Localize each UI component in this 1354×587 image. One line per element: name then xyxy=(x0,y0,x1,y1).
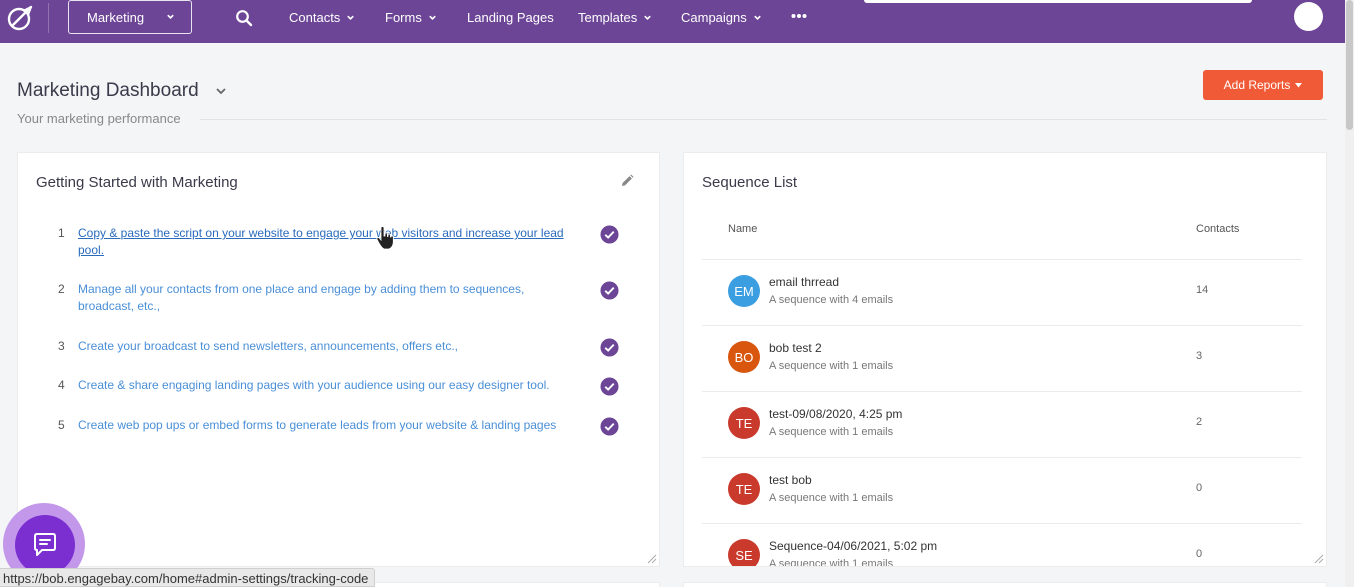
task-number: 3 xyxy=(58,339,65,353)
sequence-list-title: Sequence List xyxy=(702,174,798,191)
chevron-down-icon[interactable] xyxy=(215,85,227,97)
resize-handle-icon[interactable] xyxy=(645,552,657,564)
nav-campaigns-label: Campaigns xyxy=(681,9,747,25)
nav-landing-pages-label: Landing Pages xyxy=(467,9,554,25)
add-reports-label: Add Reports xyxy=(1223,78,1291,92)
add-reports-button[interactable]: Add Reports xyxy=(1203,70,1323,100)
sequence-row[interactable]: EM email thrread A sequence with 4 email… xyxy=(728,275,1288,315)
logo-divider xyxy=(48,3,49,33)
nav-forms[interactable]: Forms xyxy=(385,9,437,25)
more-dots-icon[interactable] xyxy=(791,10,807,22)
sequence-description: A sequence with 1 emails xyxy=(769,360,894,372)
hand-cursor-icon xyxy=(376,226,394,250)
sequence-avatar: SE xyxy=(728,539,760,566)
task-link[interactable]: Create web pop ups or embed forms to gen… xyxy=(78,417,578,434)
row-divider xyxy=(702,391,1302,392)
sequence-avatar: TE xyxy=(728,473,760,505)
sequence-name[interactable]: bob test 2 xyxy=(769,341,822,355)
chevron-down-icon xyxy=(167,14,174,19)
sequence-avatar: EM xyxy=(728,275,760,307)
sequence-row[interactable]: SE Sequence-04/06/2021, 5:02 pm A sequen… xyxy=(728,539,1288,567)
app-switcher-dropdown[interactable]: Marketing xyxy=(68,0,192,34)
search-icon[interactable] xyxy=(235,9,253,27)
task-number: 1 xyxy=(58,226,65,240)
row-divider xyxy=(702,259,1302,260)
task-link[interactable]: Create & share engaging landing pages wi… xyxy=(78,377,578,394)
sequence-description: A sequence with 1 emails xyxy=(769,558,894,567)
resize-handle-icon[interactable] xyxy=(1312,552,1324,564)
row-divider xyxy=(702,457,1302,458)
sequence-row[interactable]: TE test bob A sequence with 1 emails 0 xyxy=(728,473,1288,513)
sequence-contacts: 0 xyxy=(1196,548,1203,560)
task-number: 5 xyxy=(58,418,65,432)
app-switcher-label: Marketing xyxy=(87,9,145,25)
notification-bar xyxy=(864,0,1252,3)
task-link[interactable]: Manage all your contacts from one place … xyxy=(78,281,578,315)
chat-widget-button[interactable] xyxy=(15,515,75,575)
getting-started-card: Getting Started with Marketing 1 Copy & … xyxy=(17,152,660,567)
check-circle-icon xyxy=(600,338,619,357)
chat-bubble-icon xyxy=(34,533,56,556)
nav-campaigns[interactable]: Campaigns xyxy=(681,9,762,25)
next-card-right xyxy=(683,582,1327,587)
sequence-name[interactable]: Sequence-04/06/2021, 5:02 pm xyxy=(769,539,937,553)
check-circle-icon xyxy=(600,417,619,436)
sequence-name[interactable]: test-09/08/2020, 4:25 pm xyxy=(769,407,902,421)
nav-contacts[interactable]: Contacts xyxy=(289,9,355,25)
page-subtitle: Your marketing performance xyxy=(17,111,181,126)
sequence-name[interactable]: email thrread xyxy=(769,275,839,289)
sequence-contacts: 14 xyxy=(1196,284,1209,296)
status-bar-url: https://bob.engagebay.com/home#admin-set… xyxy=(0,568,376,587)
row-divider xyxy=(702,523,1302,524)
page-title-text: Marketing Dashboard xyxy=(17,80,199,101)
header-divider xyxy=(200,119,1327,120)
sequence-description: A sequence with 1 emails xyxy=(769,492,894,504)
column-header-contacts: Contacts xyxy=(1196,223,1240,235)
nav-templates[interactable]: Templates xyxy=(578,9,652,25)
chevron-down-icon xyxy=(429,15,436,20)
sequence-row[interactable]: TE test-09/08/2020, 4:25 pm A sequence w… xyxy=(728,407,1288,447)
check-circle-icon xyxy=(600,225,619,244)
sequence-list-card: Sequence List Name Contacts EM email thr… xyxy=(683,152,1327,567)
check-circle-icon xyxy=(600,281,619,300)
engagebay-logo-icon[interactable] xyxy=(5,3,35,33)
sequence-contacts: 0 xyxy=(1196,482,1203,494)
page-scrollbar-thumb[interactable] xyxy=(1346,0,1353,130)
nav-contacts-label: Contacts xyxy=(289,9,341,25)
column-header-name: Name xyxy=(728,223,758,235)
check-circle-icon xyxy=(600,377,619,396)
chevron-down-icon xyxy=(644,15,652,20)
nav-landing-pages[interactable]: Landing Pages xyxy=(467,9,554,25)
sequence-description: A sequence with 1 emails xyxy=(769,426,894,438)
sequence-avatar: BO xyxy=(728,341,760,373)
task-link[interactable]: Create your broadcast to send newsletter… xyxy=(78,338,578,355)
sequence-contacts: 3 xyxy=(1196,350,1203,362)
task-number: 4 xyxy=(58,378,65,392)
task-number: 2 xyxy=(58,282,65,296)
page-title[interactable]: Marketing Dashboard xyxy=(17,80,227,102)
task-link[interactable]: Copy & paste the script on your website … xyxy=(78,225,578,259)
top-navbar: Marketing Contacts Forms Landing Pages T… xyxy=(0,0,1345,43)
getting-started-title: Getting Started with Marketing xyxy=(36,174,238,191)
chevron-down-icon xyxy=(753,15,761,20)
edit-pencil-icon[interactable] xyxy=(620,174,634,188)
user-avatar[interactable] xyxy=(1294,2,1323,31)
sequence-contacts: 2 xyxy=(1196,416,1203,428)
nav-forms-label: Forms xyxy=(385,9,422,25)
sequence-description: A sequence with 4 emails xyxy=(769,294,894,306)
sequence-name[interactable]: test bob xyxy=(769,473,812,487)
sequence-avatar: TE xyxy=(728,407,760,439)
nav-templates-label: Templates xyxy=(578,9,638,25)
chevron-down-icon xyxy=(347,15,355,20)
caret-down-icon xyxy=(1295,82,1303,87)
row-divider xyxy=(702,325,1302,326)
sequence-row[interactable]: BO bob test 2 A sequence with 1 emails 3 xyxy=(728,341,1288,381)
